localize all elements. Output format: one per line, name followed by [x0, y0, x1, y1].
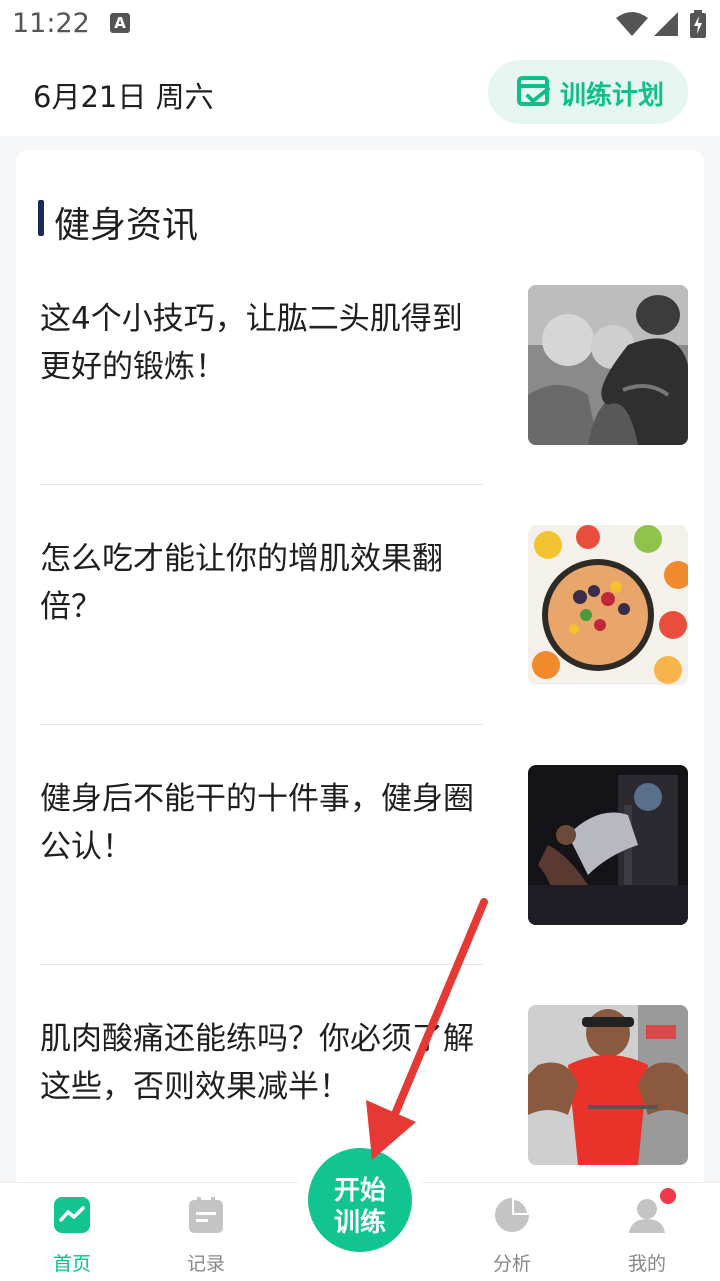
tab-records-label: 记录	[186, 1253, 225, 1275]
article-title: 健身后不能干的十件事，健身圈公认！	[40, 781, 474, 865]
tab-home-label: 首页	[52, 1253, 91, 1275]
user-icon	[629, 1199, 665, 1233]
tab-analysis-label: 分析	[492, 1253, 531, 1275]
title-accent-bar	[38, 200, 44, 236]
pie-chart-icon	[495, 1198, 529, 1232]
tab-mine-label: 我的	[627, 1253, 666, 1275]
header: 6月21日 周六 训练计划	[0, 50, 720, 136]
start-training-button[interactable]: 开始 训练	[308, 1148, 412, 1252]
article-title: 这4个小技巧，让肱二头肌得到更好的锻炼！	[40, 301, 463, 385]
article-title: 怎么吃才能让你的增肌效果翻倍？	[40, 541, 443, 625]
battery-charging-icon	[690, 10, 706, 38]
tab-analysis[interactable]: 分析	[462, 1197, 562, 1277]
status-time: 11:22	[12, 8, 90, 39]
calendar-check-icon	[517, 76, 550, 106]
training-plan-button[interactable]: 训练计划	[488, 60, 688, 124]
notification-badge	[660, 1188, 676, 1204]
article-item[interactable]: 怎么吃才能让你的增肌效果翻倍？	[16, 485, 704, 725]
tab-home[interactable]: 首页	[22, 1197, 122, 1277]
article-thumbnail	[528, 765, 688, 925]
wifi-icon	[616, 12, 648, 36]
signal-icon	[654, 12, 678, 36]
training-plan-label: 训练计划	[560, 81, 665, 111]
article-title: 肌肉酸痛还能练吗？你必须了解这些，否则效果减半！	[40, 1021, 474, 1105]
article-thumbnail	[528, 285, 688, 445]
article-thumbnail	[528, 525, 688, 685]
news-card: 健身资讯 这4个小技巧，让肱二头肌得到更好的锻炼！ 怎么吃才能让你的增肌效果翻倍…	[16, 150, 704, 1190]
section-title-text: 健身资讯	[54, 205, 199, 246]
status-bar: 11:22 A	[0, 0, 720, 50]
article-item[interactable]: 这4个小技巧，让肱二头肌得到更好的锻炼！	[16, 245, 704, 485]
tab-mine[interactable]: 我的	[597, 1197, 697, 1277]
a-icon: A	[110, 13, 130, 33]
notes-icon	[189, 1197, 223, 1233]
home-chart-icon	[54, 1197, 90, 1233]
article-thumbnail	[528, 1005, 688, 1165]
date-label: 6月21日 周六	[33, 80, 214, 114]
article-item[interactable]: 健身后不能干的十件事，健身圈公认！	[16, 725, 704, 965]
tab-records[interactable]: 记录	[156, 1197, 256, 1277]
start-button-line2: 训练	[333, 1208, 386, 1238]
